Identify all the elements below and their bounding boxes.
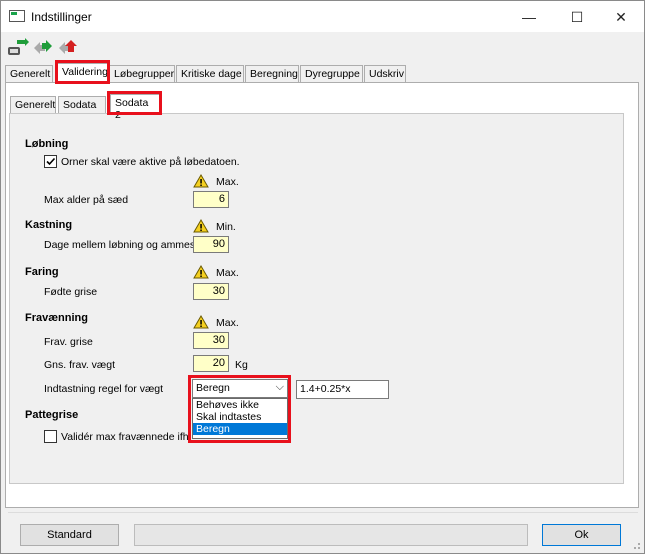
section-lobning-title: Løbning — [25, 138, 69, 150]
tab-validering[interactable]: Validering — [57, 63, 108, 84]
import-icon[interactable] — [7, 38, 29, 58]
divider — [8, 512, 638, 513]
tab-kritiske-dage[interactable]: Kritiske dage — [176, 65, 244, 83]
dage-mellem-input[interactable]: 90 — [193, 236, 229, 253]
subtab-sodata-1[interactable]: Sodata 1 — [58, 96, 106, 123]
valider-max-label: Validér max fravænnede ifht. — [61, 431, 189, 443]
warning-icon — [193, 265, 209, 279]
section-fravaenning-title: Fravænning — [25, 312, 88, 324]
window-title: Indstillinger — [31, 10, 92, 24]
kg-unit-label: Kg — [235, 359, 248, 371]
standard-button[interactable]: Standard — [20, 524, 119, 546]
warning-icon — [193, 315, 209, 329]
close-button[interactable]: ✕ — [601, 5, 641, 29]
fodte-grise-label: Fødte grise — [44, 286, 98, 298]
fravaenning-max-label: Max. — [216, 317, 239, 329]
vaegt-regel-selected: Beregn — [196, 382, 230, 394]
warning-icon — [193, 219, 209, 233]
max-alder-input[interactable]: 6 — [193, 191, 229, 208]
subtab-generelt[interactable]: Generelt — [10, 96, 56, 114]
option-beregn[interactable]: Beregn — [193, 423, 287, 435]
subtab-sodata-2[interactable]: Sodata 2 — [110, 94, 160, 121]
option-behoves-ikke[interactable]: Behøves ikke — [193, 399, 287, 411]
max-alder-label: Max alder på sæd — [44, 194, 129, 206]
faring-max-label: Max. — [216, 267, 239, 279]
tab-generelt[interactable]: Generelt — [5, 65, 53, 83]
sync-arrows-icon[interactable] — [32, 38, 54, 58]
title-bar: Indstillinger — ☐ ✕ — [1, 1, 644, 32]
progress-bar — [134, 524, 528, 546]
lobning-max-label: Max. — [216, 176, 239, 188]
option-skal-indtastes[interactable]: Skal indtastes — [193, 411, 287, 423]
section-faring-title: Faring — [25, 266, 59, 278]
tab-beregning[interactable]: Beregning — [245, 65, 299, 83]
warning-icon — [193, 174, 209, 188]
section-kastning-title: Kastning — [25, 219, 73, 231]
tab-dyregruppe[interactable]: Dyregruppe — [300, 65, 363, 83]
gns-frav-vaegt-input[interactable]: 20 — [193, 355, 229, 372]
chevron-down-icon[interactable]: ⌵ — [276, 381, 284, 394]
maximize-button[interactable]: ☐ — [557, 5, 597, 29]
tab-udskriv[interactable]: Udskriv — [364, 65, 406, 83]
tab-lobegrupper[interactable]: Løbegrupper — [109, 65, 175, 83]
vaegt-regel-dropdown[interactable]: Beregn ⌵ — [192, 379, 288, 398]
fodte-grise-input[interactable]: 30 — [193, 283, 229, 300]
frav-grise-input[interactable]: 30 — [193, 332, 229, 349]
sodata-2-panel — [9, 113, 624, 484]
kastning-min-label: Min. — [216, 221, 236, 233]
export-icon[interactable] — [57, 38, 81, 58]
gns-frav-vaegt-label: Gns. frav. vægt — [44, 359, 115, 371]
minimize-button[interactable]: — — [509, 5, 549, 29]
dage-mellem-label: Dage mellem løbning og ammeso — [44, 239, 201, 251]
ok-button[interactable]: Ok — [542, 524, 621, 546]
indtastning-regel-label: Indtastning regel for vægt — [44, 383, 164, 395]
resize-grip-icon[interactable] — [631, 540, 641, 550]
valider-max-checkbox[interactable] — [44, 430, 57, 443]
frav-grise-label: Frav. grise — [44, 336, 93, 348]
vaegt-regel-options: Behøves ikke Skal indtastes Beregn — [192, 398, 288, 439]
settings-window: Indstillinger — ☐ ✕ Generelt Validering … — [0, 0, 645, 554]
checkmark-icon — [46, 157, 56, 166]
orner-aktive-checkbox[interactable] — [44, 155, 57, 168]
orner-aktive-label: Orner skal være aktive på løbedatoen. — [61, 156, 240, 168]
vaegt-formula-input[interactable]: 1.4+0.25*x — [296, 380, 389, 399]
app-icon — [9, 10, 25, 22]
section-pattegrise-title: Pattegrise — [25, 409, 79, 421]
